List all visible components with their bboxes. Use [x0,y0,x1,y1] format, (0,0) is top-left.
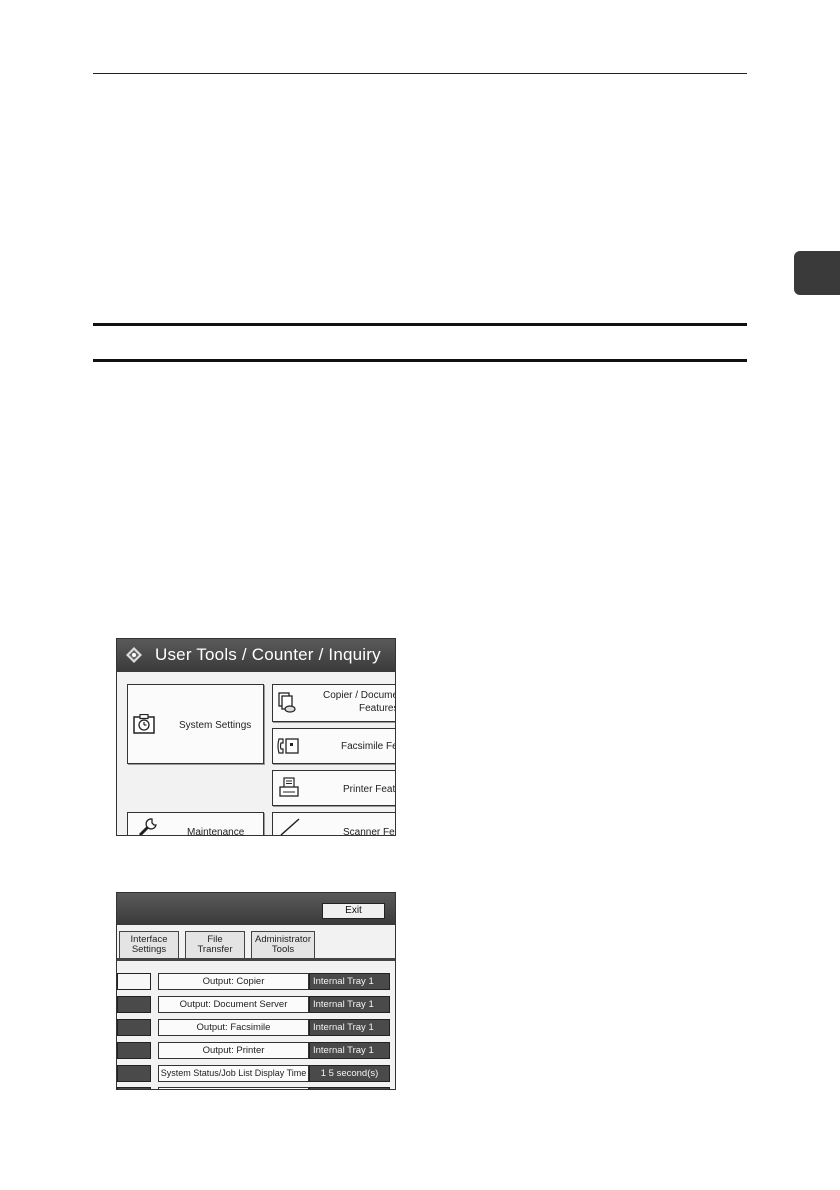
maintenance-button[interactable]: Maintenance [127,812,264,836]
scanner-label: Scanner Featu [343,827,395,836]
tab-label-line2: Transfer [197,944,233,955]
screen-title-bar: User Tools / Counter / Inquiry [117,639,395,672]
setting-row-value: 1 5 second(s) [309,1065,390,1082]
system-settings-label: System Settings [179,720,252,731]
copier-document-features-button[interactable]: Copier / Document Features [272,684,396,722]
facsimile-label: Facsimile Feat [341,741,395,752]
maintenance-label: Maintenance [187,827,245,836]
setting-row-value: Internal Tray 1 [309,973,390,990]
section-heading-rule-bottom [93,359,747,362]
user-tools-icon [126,647,142,663]
system-settings-screen: Exit Interface Settings File Transfer Ad… [116,892,396,1090]
tab-label-line2: Tools [271,944,295,955]
section-heading-rule-top [93,323,747,326]
setting-row-label[interactable]: Output: Facsimile [158,1019,309,1036]
wrench-icon [138,818,157,835]
setting-row-value: Internal Tray 1 [309,996,390,1013]
left-column-cell[interactable] [117,973,151,990]
setting-row-label[interactable] [158,1087,309,1089]
scanner-features-button[interactable]: Scanner Featu [272,812,395,836]
tab-file-transfer[interactable]: File Transfer [185,931,245,959]
facsimile-features-button[interactable]: Facsimile Feat [272,728,395,764]
printer-icon [279,777,299,797]
page-header-rule [93,73,747,74]
system-settings-icon [133,714,155,734]
tab-divider [117,958,395,961]
screen-title: User Tools / Counter / Inquiry [155,645,381,664]
copier-icon [278,692,296,713]
tab-label-line2: Settings [131,944,167,955]
tab-administrator-tools[interactable]: Administrator Tools [251,931,315,959]
screen-top-bar: Exit [117,893,395,925]
setting-row-label[interactable]: System Status/Job List Display Time [158,1065,309,1082]
tab-interface-settings[interactable]: Interface Settings [119,931,179,959]
left-column-cell[interactable] [117,1019,151,1036]
copier-label-line2: Features [359,703,396,714]
copier-label-line1: Copier / Document [323,690,395,701]
setting-row-value [309,1087,390,1089]
setting-row-value: Internal Tray 1 [309,1019,390,1036]
setting-row-value: Internal Tray 1 [309,1042,390,1059]
scanner-icon [280,818,300,835]
user-tools-screen: User Tools / Counter / Inquiry System Se… [116,638,396,836]
system-settings-button[interactable]: System Settings [127,684,264,764]
exit-button[interactable]: Exit [322,903,385,919]
left-column-cell[interactable] [117,996,151,1013]
setting-row-label[interactable]: Output: Document Server [158,996,309,1013]
setting-row-label[interactable]: Output: Copier [158,973,309,990]
setting-row-label[interactable]: Output: Printer [158,1042,309,1059]
facsimile-icon [277,738,299,754]
printer-features-button[interactable]: Printer Featu [272,770,396,806]
printer-label: Printer Featu [343,784,396,795]
left-column-cell[interactable] [117,1065,151,1082]
left-column-cell[interactable] [117,1042,151,1059]
chapter-thumb-tab [794,251,840,295]
left-column-cell[interactable] [117,1087,151,1089]
